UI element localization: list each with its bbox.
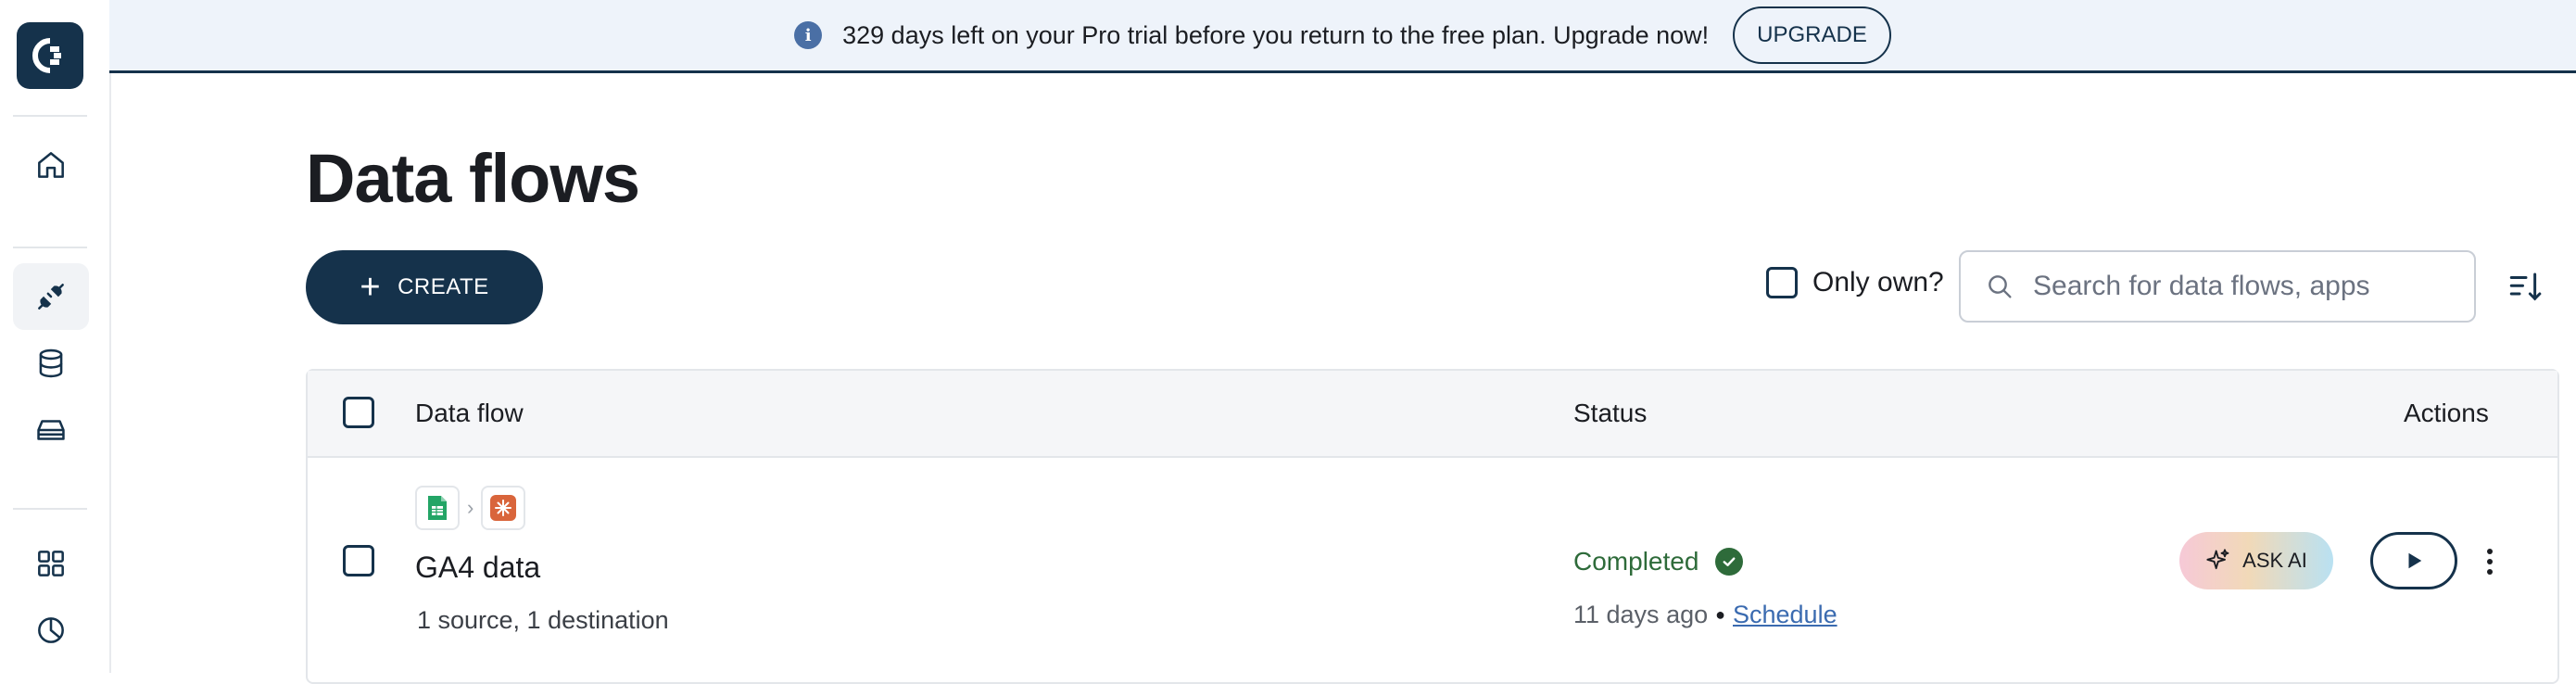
bullet-separator: ●	[1715, 605, 1725, 624]
sort-button[interactable]	[2502, 263, 2550, 311]
search-icon	[1989, 275, 2012, 298]
sidebar-divider	[13, 115, 87, 117]
sparkle-icon	[2206, 549, 2229, 570]
app-logo[interactable]	[17, 22, 83, 89]
only-own-checkbox[interactable]	[1766, 267, 1798, 298]
database-icon	[39, 348, 63, 378]
play-icon	[2408, 552, 2422, 569]
plug-icon	[38, 284, 64, 310]
destination-app-icon	[481, 486, 526, 530]
pie-chart-icon	[38, 617, 64, 643]
select-all-checkbox[interactable]	[343, 397, 374, 428]
sidebar-item-apps[interactable]	[13, 530, 89, 597]
grid-icon	[38, 551, 64, 576]
sidebar	[0, 0, 111, 673]
sidebar-item-data-flows[interactable]	[13, 263, 89, 330]
upgrade-button[interactable]: UPGRADE	[1733, 6, 1891, 64]
logo-icon	[32, 38, 61, 73]
schedule-info: 11 days ago ● Schedule	[1573, 601, 1837, 629]
search-input[interactable]	[2031, 270, 2452, 303]
home-icon	[38, 152, 64, 178]
column-header-actions: Actions	[2404, 399, 2489, 427]
only-own-filter: Only own?	[1766, 267, 1944, 298]
row-checkbox[interactable]	[343, 545, 374, 576]
run-flow-button[interactable]	[2370, 532, 2457, 589]
trial-message: 329 days left on your Pro trial before y…	[842, 20, 1710, 49]
more-options-icon[interactable]	[2476, 536, 2504, 588]
column-header-status[interactable]: Status	[1573, 399, 1647, 428]
flow-name[interactable]: GA4 data	[415, 551, 540, 585]
google-sheets-icon	[415, 486, 460, 530]
plus-icon: +	[360, 268, 382, 307]
check-circle-icon	[1715, 548, 1744, 576]
table-header: Data flow Status Actions	[308, 371, 2557, 458]
flow-connector-icons: ›	[415, 486, 526, 530]
sidebar-divider	[13, 508, 87, 510]
create-button[interactable]: + CREATE	[306, 250, 543, 324]
storage-icon	[37, 420, 65, 440]
sidebar-item-sources[interactable]	[13, 330, 89, 397]
ask-ai-label: ASK AI	[2242, 549, 2307, 572]
sidebar-item-home[interactable]	[13, 132, 89, 198]
data-flows-table: Data flow Status Actions › GA4 data 1 so…	[306, 369, 2559, 684]
trial-banner: i 329 days left on your Pro trial before…	[109, 0, 2576, 73]
chevron-right-icon: ›	[467, 496, 474, 519]
schedule-link[interactable]: Schedule	[1733, 601, 1837, 629]
sidebar-item-storage[interactable]	[13, 397, 89, 463]
last-run-time: 11 days ago	[1573, 601, 1709, 628]
sidebar-divider	[13, 247, 87, 248]
only-own-label: Only own?	[1812, 267, 1944, 298]
ask-ai-button[interactable]: ASK AI	[2179, 532, 2333, 589]
flow-subtitle: 1 source, 1 destination	[417, 606, 669, 634]
search-box	[1959, 250, 2476, 323]
sidebar-item-reports[interactable]	[13, 597, 89, 664]
sort-icon	[2509, 272, 2542, 301]
column-header-data-flow[interactable]: Data flow	[415, 399, 524, 428]
info-icon: i	[794, 21, 823, 49]
status-text: Completed	[1573, 547, 1699, 576]
create-button-label: CREATE	[398, 274, 489, 299]
status-badge: Completed	[1573, 547, 1744, 576]
page-title: Data flows	[306, 140, 640, 217]
